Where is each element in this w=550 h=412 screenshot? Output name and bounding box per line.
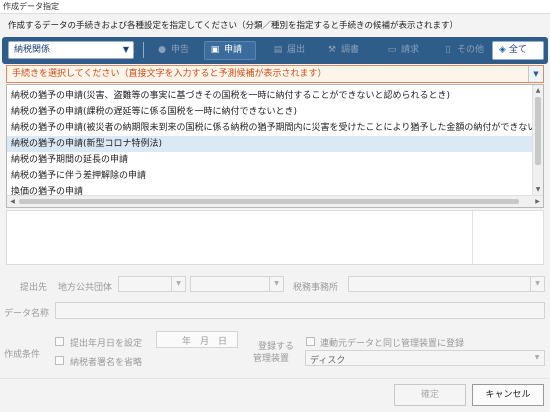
register-device-label-2: 管理装置	[253, 354, 290, 364]
chat-bubble-icon: ●	[158, 45, 166, 55]
ok-button[interactable]: 確定	[394, 384, 466, 406]
procedure-combobox[interactable]: 手続きを選択してください（直接文字を入力すると予測候補が表示されます） ▼	[6, 65, 544, 83]
filter-shinsei-button[interactable]: ▣ 申請	[204, 41, 256, 60]
tax-office-dropdown[interactable]: ▼	[348, 276, 545, 292]
set-date-label: 提出年月日を設定	[70, 339, 143, 349]
vertical-scrollbar[interactable]: ▲ ▼	[532, 85, 543, 195]
filter-seikyu-button[interactable]: ▭ 請求	[382, 41, 432, 60]
filter-chousho-button[interactable]: ⚒ 調書	[322, 41, 370, 60]
panel-divider	[472, 211, 473, 264]
procedure-option[interactable]: 納税の猶予に伴う差押解除の申請	[7, 168, 532, 184]
chevron-down-icon: ▼	[171, 277, 185, 291]
conditions-label: 作成条件	[4, 350, 41, 360]
device-dropdown[interactable]: ディスク ▼	[305, 350, 545, 366]
horizontal-scrollbar[interactable]: ◀ ▶	[7, 195, 543, 207]
document-icon: ▯	[445, 45, 451, 55]
procedure-option[interactable]: 納税の猶予の申請(被災者の納期限未到来の国税に係る納税の猶予期間内に災害を受けた…	[7, 120, 532, 136]
chevron-down-icon: ▼	[530, 277, 544, 291]
gavel-icon: ⚒	[327, 45, 337, 55]
printer-icon: ▣	[210, 45, 220, 55]
chevron-down-icon[interactable]: ▼	[528, 66, 543, 82]
same-device-label: 連動元データと同じ管理装置に登録	[320, 339, 465, 349]
procedure-option[interactable]: 納税の猶予期間の延長の申請	[7, 152, 532, 168]
omit-signer-checkbox[interactable]	[55, 356, 64, 365]
instruction-text: 作成するデータの手続きおよび各種設定を指定してください（分類／種別を指定すると手…	[8, 21, 458, 31]
data-name-label: データ名称	[4, 309, 50, 319]
procedure-option-selected[interactable]: 納税の猶予の申請(新型コロナ特例法)	[7, 136, 532, 152]
filter-other-button[interactable]: ▯ その他	[438, 41, 492, 60]
cancel-button[interactable]: キャンセル	[472, 384, 544, 406]
set-date-checkbox[interactable]	[55, 337, 64, 346]
data-name-input[interactable]	[55, 302, 545, 319]
device-value: ディスク	[310, 356, 346, 366]
filter-shinkoku-button[interactable]: ● 申告	[152, 41, 198, 60]
scrollbar-thumb[interactable]	[535, 97, 541, 165]
category-toolbar: 納税関係 ▼ ● 申告 ▣ 申請 ▤ 届出 ⚒ 調書 ▭ 請求 ▯ その他 ◈ 全て	[2, 37, 548, 64]
category-value: 納税関係	[14, 45, 51, 55]
footer-divider	[0, 378, 550, 379]
local-gov-dropdown[interactable]: ▼	[118, 276, 186, 292]
filter-todokede-button[interactable]: ▤ 届出	[268, 41, 314, 60]
tax-office-label: 税務事務所	[293, 283, 339, 293]
procedure-option[interactable]: 納税の猶予の申請(課税の遅延等に係る国税を一時に納付できないとき)	[7, 104, 532, 120]
filter-all-button[interactable]: ◈ 全て	[492, 41, 544, 60]
submit-to-label: 提出先	[20, 283, 48, 293]
chevron-down-icon: ▼	[122, 45, 129, 54]
window-title: 作成データ指定	[0, 0, 550, 14]
submission-date-input[interactable]: 年 月 日	[156, 331, 238, 348]
chevron-down-icon: ▼	[269, 277, 283, 291]
local-gov-sub-dropdown[interactable]: ▼	[190, 276, 284, 292]
scroll-right-icon[interactable]: ▶	[532, 196, 543, 207]
procedure-input-placeholder[interactable]: 手続きを選択してください（直接文字を入力すると予測候補が表示されます）	[12, 66, 326, 82]
omit-signer-label: 納税者署名を省略	[70, 358, 143, 368]
layers-icon: ◈	[499, 45, 506, 55]
procedure-option-list[interactable]: 納税の猶予の申請(災害、盗難等の事実に基づきその国税を一時に納付することができな…	[6, 84, 544, 208]
scroll-up-icon[interactable]: ▲	[533, 85, 543, 96]
chevron-down-icon: ▼	[534, 354, 540, 361]
card-icon: ▭	[387, 45, 397, 55]
scrollbar-thumb[interactable]	[19, 199, 519, 204]
preview-panel	[6, 210, 544, 265]
scroll-left-icon[interactable]: ◀	[7, 196, 18, 207]
document-stack-icon: ▤	[273, 45, 283, 55]
toolbar-divider	[143, 42, 144, 58]
same-device-checkbox[interactable]	[306, 337, 315, 346]
local-gov-label: 地方公共団体	[58, 283, 113, 293]
procedure-option[interactable]: 納税の猶予の申請(災害、盗難等の事実に基づきその国税を一時に納付することができな…	[7, 88, 532, 104]
scroll-down-icon[interactable]: ▼	[533, 184, 543, 195]
category-dropdown[interactable]: 納税関係 ▼	[8, 41, 134, 59]
